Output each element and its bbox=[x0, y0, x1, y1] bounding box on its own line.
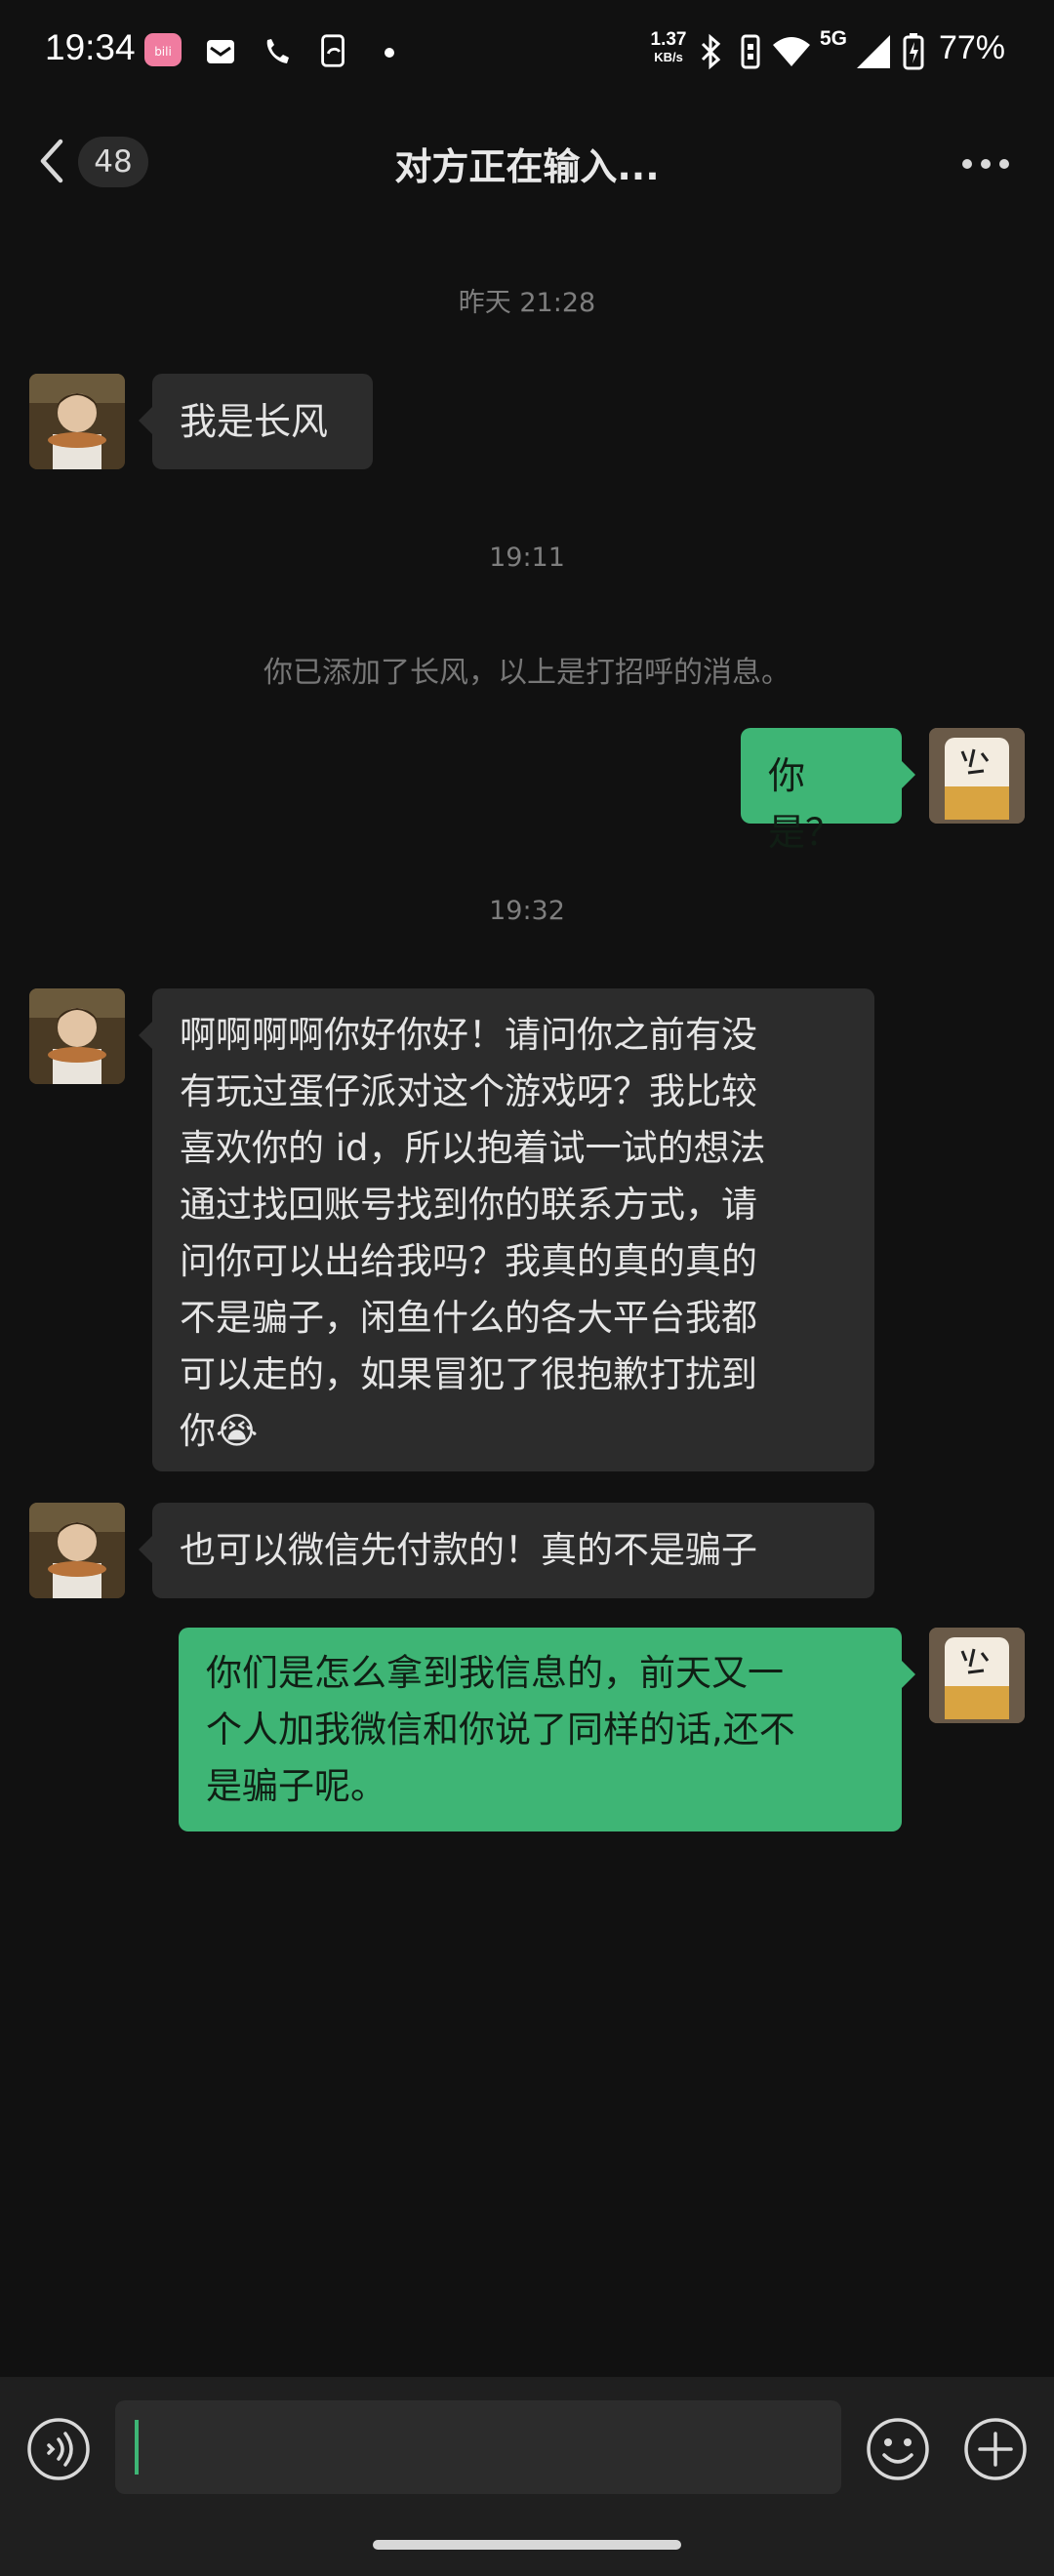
bluetooth-icon bbox=[701, 33, 721, 70]
missed-call-icon bbox=[266, 39, 289, 63]
message-bubble-incoming[interactable]: 也可以微信先付款的！真的不是骗子 bbox=[139, 1503, 874, 1598]
avatar-image bbox=[29, 374, 125, 469]
message-input[interactable] bbox=[115, 2400, 841, 2494]
home-indicator[interactable] bbox=[373, 2540, 681, 2550]
battery-icon bbox=[903, 33, 924, 70]
status-time: 19:34 bbox=[45, 27, 136, 67]
chat-title: 对方正在输入... bbox=[394, 145, 660, 188]
my-avatar[interactable] bbox=[929, 728, 1025, 824]
emoji-icon[interactable] bbox=[865, 2416, 931, 2482]
text-cursor bbox=[135, 2420, 139, 2475]
voice-input-icon[interactable] bbox=[25, 2416, 92, 2482]
bilibili-icon: bili bbox=[144, 33, 182, 66]
my-avatar[interactable] bbox=[929, 1628, 1025, 1723]
phone-sync-icon bbox=[321, 34, 345, 67]
vibrate-icon bbox=[741, 34, 760, 69]
message-bubble-incoming[interactable]: 啊啊啊啊你好你好！请问你之前有没 有玩过蛋仔派对这个游戏呀？我比较 喜欢你的 i… bbox=[139, 988, 874, 1471]
signal-icon bbox=[857, 35, 890, 68]
message-bubble-outgoing[interactable]: 你是？ bbox=[741, 728, 915, 854]
timestamp: 19:32 bbox=[489, 896, 565, 926]
timestamp: 昨天 21:28 bbox=[458, 288, 596, 318]
net-speed-indicator: 1.37 KB/s bbox=[650, 29, 687, 64]
network-type: 5G bbox=[820, 27, 848, 50]
message-bubble-incoming[interactable]: 我是长风 bbox=[139, 374, 373, 469]
more-options-icon[interactable] bbox=[961, 156, 1010, 172]
avatar-image bbox=[929, 728, 1025, 824]
avatar-image bbox=[29, 1503, 125, 1598]
contact-avatar[interactable] bbox=[29, 1503, 125, 1598]
wifi-icon bbox=[773, 37, 810, 66]
more-actions-plus-icon[interactable] bbox=[962, 2416, 1029, 2482]
svg-text:bili: bili bbox=[154, 45, 172, 59]
system-message: 你已添加了长风，以上是打招呼的消息。 bbox=[264, 656, 790, 690]
battery-percent: 77% bbox=[938, 29, 1005, 66]
contact-avatar[interactable] bbox=[29, 988, 125, 1084]
more-notifications-dot bbox=[385, 48, 394, 58]
contact-avatar[interactable] bbox=[29, 374, 125, 469]
mail-icon bbox=[207, 40, 234, 63]
timestamp: 19:11 bbox=[489, 543, 565, 573]
avatar-image bbox=[29, 988, 125, 1084]
avatar-image bbox=[929, 1628, 1025, 1723]
message-bubble-outgoing[interactable]: 你们是怎么拿到我信息的，前天又一 个人加我微信和你说了同样的话,还不 是骗子呢。 bbox=[179, 1628, 915, 1831]
status-bar: 19:34 bili 1.37 KB/s 5G 77% bbox=[0, 0, 1054, 107]
